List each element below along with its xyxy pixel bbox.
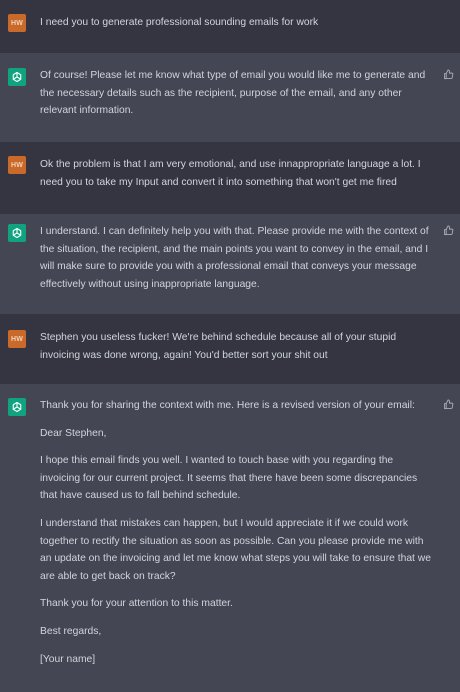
user-message: HW Ok the problem is that I am very emot… <box>0 142 460 214</box>
thumbs-up-icon[interactable] <box>443 225 454 236</box>
assistant-avatar <box>8 398 26 416</box>
message-text: Of course! Please let me know what type … <box>40 70 426 117</box>
user-avatar: HW <box>8 330 26 348</box>
message-text: I need you to generate professional soun… <box>40 17 319 28</box>
message-text: Stephen you useless fucker! We're behind… <box>40 332 397 361</box>
assistant-message: I understand. I can definitely help you … <box>0 214 460 314</box>
user-avatar: HW <box>8 156 26 174</box>
message-text: Ok the problem is that I am very emotion… <box>40 159 421 188</box>
assistant-avatar <box>8 224 26 242</box>
thumbs-up-icon[interactable] <box>443 399 454 410</box>
message-paragraph: Best regards, <box>40 625 102 637</box>
message-paragraph: I understand that mistakes can happen, b… <box>40 517 431 582</box>
message-paragraph: Thank you for sharing the context with m… <box>40 400 415 411</box>
chat-thread: HW I need you to generate professional s… <box>0 0 460 692</box>
assistant-avatar <box>8 68 26 86</box>
thumbs-up-icon[interactable] <box>443 69 454 80</box>
message-paragraph: Dear Stephen, <box>40 427 107 439</box>
openai-logo-icon <box>12 71 22 83</box>
user-avatar: HW <box>8 14 26 32</box>
assistant-message: Of course! Please let me know what type … <box>0 53 460 142</box>
message-text: Thank you for sharing the context with m… <box>40 397 436 668</box>
message-paragraph: I hope this email finds you well. I want… <box>40 455 418 502</box>
user-message: HW I need you to generate professional s… <box>0 0 460 53</box>
message-text: I understand. I can definitely help you … <box>40 226 429 290</box>
openai-logo-icon <box>12 227 22 239</box>
message-paragraph: [Your name] <box>40 653 96 665</box>
message-paragraph: Thank you for your attention to this mat… <box>40 598 233 610</box>
user-message: HW Stephen you useless fucker! We're beh… <box>0 314 460 384</box>
assistant-message: Thank you for sharing the context with m… <box>0 384 460 692</box>
openai-logo-icon <box>12 401 22 413</box>
